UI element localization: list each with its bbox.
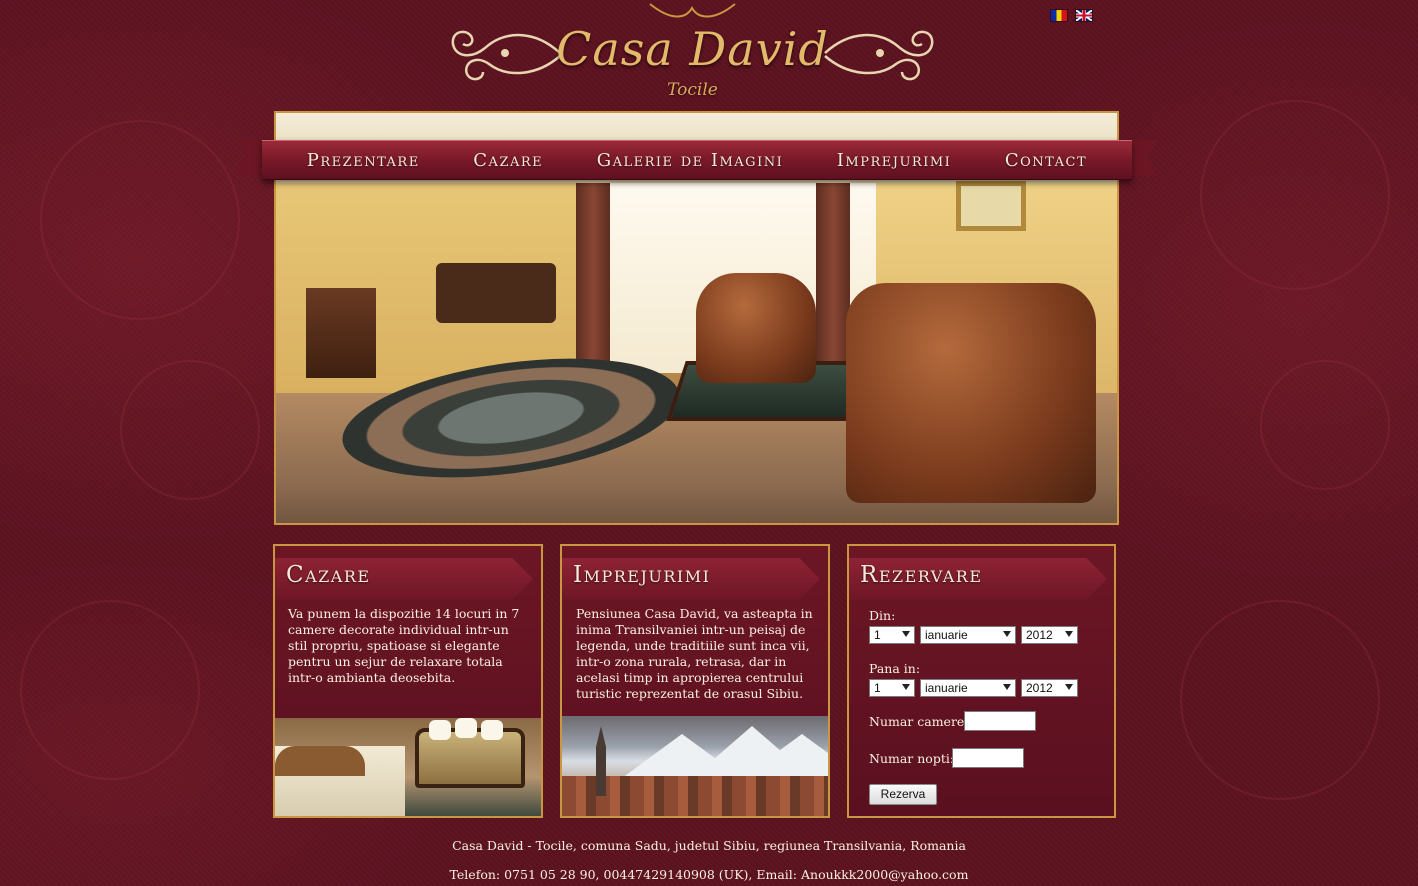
hero-armchair: [846, 283, 1096, 503]
pillow: [455, 718, 477, 738]
chevron-down-icon: [902, 684, 910, 690]
cazare-room-photo[interactable]: [275, 718, 541, 816]
to-label: Pana in:: [869, 661, 921, 676]
background-swirl: [1200, 100, 1390, 290]
nav-item-imprejurimi[interactable]: Imprejurimi: [837, 150, 951, 171]
background-swirl: [1260, 360, 1390, 490]
rooms-input[interactable]: [964, 711, 1036, 731]
imprejurimi-panel: Imprejurimi Pensiunea Casa David, va ast…: [560, 544, 830, 818]
cazare-title[interactable]: Cazare: [286, 562, 371, 588]
rezervare-title: Rezervare: [860, 562, 983, 588]
to-year-select[interactable]: 2012: [1021, 679, 1078, 697]
hero-armchair: [696, 273, 816, 383]
bed-headboard: [275, 746, 365, 776]
from-day-select[interactable]: 1: [869, 626, 915, 644]
background-swirl: [20, 600, 200, 780]
to-day-select[interactable]: 1: [869, 679, 915, 697]
rezerva-button[interactable]: Rezerva: [869, 784, 937, 805]
imprejurimi-title[interactable]: Imprejurimi: [573, 562, 710, 588]
rooms-label: Numar camere:: [869, 714, 969, 729]
background-swirl: [1180, 600, 1380, 800]
nights-label: Numar nopti:: [869, 751, 955, 766]
chevron-down-icon: [1003, 631, 1011, 637]
logo-title: Casa David: [556, 22, 829, 76]
nav-item-cazare[interactable]: Cazare: [473, 150, 543, 171]
to-year-value: 2012: [1026, 681, 1053, 695]
hero-cabinet: [306, 288, 376, 378]
pillow: [481, 720, 503, 740]
nav-item-galerie[interactable]: Galerie de Imagini: [597, 150, 784, 171]
from-year-value: 2012: [1026, 628, 1053, 642]
chevron-down-icon: [1065, 684, 1073, 690]
crown-ornament-icon: [649, 3, 736, 18]
sofa: [415, 718, 525, 788]
hero-dining-table: [436, 263, 556, 323]
pillow: [429, 720, 451, 740]
from-label: Din:: [869, 608, 896, 623]
hero-painting: [956, 181, 1026, 231]
romanian-flag-icon[interactable]: [1051, 10, 1067, 21]
imprejurimi-town-photo[interactable]: [562, 716, 828, 816]
logo-subtitle: Tocile: [667, 80, 718, 100]
mountain: [742, 734, 828, 778]
english-flag-icon[interactable]: [1076, 10, 1092, 21]
from-month-select[interactable]: ianuarie: [920, 626, 1016, 644]
imprejurimi-description: Pensiunea Casa David, va asteapta in ini…: [576, 606, 813, 701]
nav-bar: Prezentare Cazare Galerie de Imagini Imp…: [262, 140, 1132, 180]
to-month-value: ianuarie: [925, 681, 968, 695]
chevron-down-icon: [1065, 631, 1073, 637]
bed: [275, 746, 405, 816]
nav-item-contact[interactable]: Contact: [1005, 150, 1087, 171]
rezervare-panel: Rezervare Din: 1 ianuarie 2012 Pana in: …: [847, 544, 1116, 818]
from-month-value: ianuarie: [925, 628, 968, 642]
chevron-down-icon: [1003, 684, 1011, 690]
background-swirl: [40, 120, 240, 320]
church-spire: [596, 726, 606, 796]
nav-item-prezentare[interactable]: Prezentare: [307, 150, 420, 171]
from-year-select[interactable]: 2012: [1021, 626, 1078, 644]
main-navigation: Prezentare Cazare Galerie de Imagini Imp…: [236, 134, 1158, 180]
chevron-down-icon: [902, 631, 910, 637]
nights-input[interactable]: [952, 748, 1024, 768]
cazare-panel: Cazare Va punem la dispozitie 14 locuri …: [273, 544, 543, 818]
to-day-value: 1: [874, 681, 881, 695]
footer-address: Casa David - Tocile, comuna Sadu, judetu…: [452, 838, 966, 853]
from-day-value: 1: [874, 628, 881, 642]
site-logo[interactable]: Casa David Tocile: [445, 0, 940, 104]
footer-contact: Telefon: 0751 05 28 90, 00447429140908 (…: [449, 867, 969, 882]
background-swirl: [120, 360, 260, 500]
to-month-select[interactable]: ianuarie: [920, 679, 1016, 697]
cazare-description: Va punem la dispozitie 14 locuri in 7 ca…: [288, 606, 520, 685]
